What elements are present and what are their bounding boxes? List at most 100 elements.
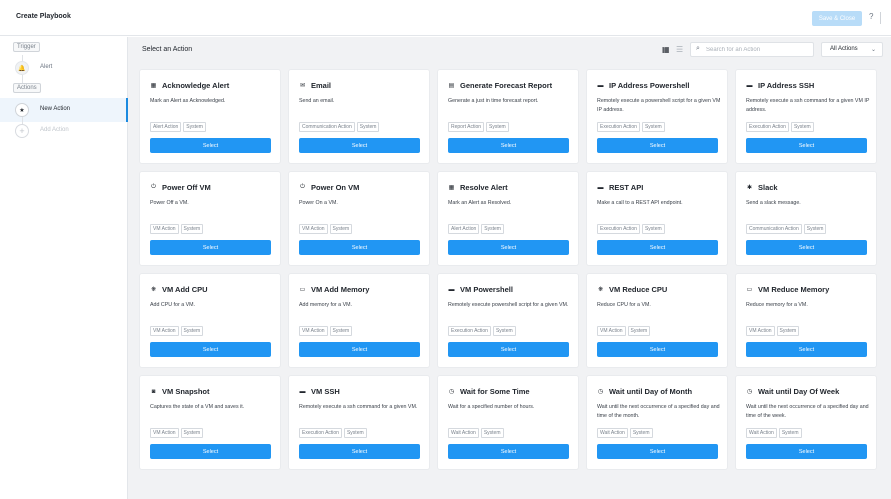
tag-badge: Wait Action (746, 428, 777, 438)
action-card[interactable]: ▬ VM Powershell Remotely execute powershel… (438, 274, 578, 367)
tag-badge: System (790, 122, 814, 132)
card-description: Generate a just in time forecast report. (448, 98, 539, 104)
trigger-section-tag: Trigger (13, 42, 40, 52)
action-card[interactable]: ❋ VM Reduce CPU Reduce CPU for a VM. VM Act… (587, 274, 727, 367)
action-card[interactable]: ▦ Acknowledge Alert Mark an Alert as Ackno… (140, 70, 280, 163)
calendar-check-icon: ▦ (448, 185, 455, 191)
action-card[interactable]: ▬ IP Address Powershell Remotely execute a… (587, 70, 727, 163)
action-filter-dropdown[interactable]: All Actions ⌄ (821, 42, 883, 57)
action-card[interactable]: ✉ Email Send an email. Communication Action… (289, 70, 429, 163)
list-view-icon[interactable]: ☰ (676, 45, 683, 54)
sidebar-item-add-action[interactable]: Add Action (40, 127, 69, 133)
action-card[interactable]: ◷ Wait for Some Time Wait for a specified … (438, 376, 578, 469)
tag-badge: Communication Action (299, 122, 355, 132)
tag-badge: System (180, 224, 204, 234)
plus-icon[interactable]: + (15, 124, 29, 138)
action-card[interactable]: ▦ Resolve Alert Mark an Alert as Resolved.… (438, 172, 578, 265)
action-card[interactable]: ◷ Wait until Day of Month Wait until the n… (587, 376, 727, 469)
card-title: Resolve Alert (460, 183, 508, 192)
action-card[interactable]: ✱ Slack Send a slack message. Communication… (736, 172, 876, 265)
card-tags: Wait Action System (597, 428, 653, 438)
tag-badge: System (778, 428, 802, 438)
select-button[interactable]: Select (150, 342, 271, 357)
tag-badge: Communication Action (746, 224, 802, 234)
select-button[interactable]: Select (597, 138, 718, 153)
sidebar-item-alert[interactable]: Alert (40, 64, 52, 70)
tag-badge: System (629, 428, 653, 438)
card-description: Send a slack message. (746, 200, 801, 206)
card-tags: Execution Action System (746, 122, 814, 132)
card-header: ▬ VM SSH (299, 387, 340, 396)
help-icon[interactable]: ? (869, 12, 873, 21)
search-input[interactable] (706, 45, 810, 55)
select-button[interactable]: Select (448, 342, 569, 357)
search-box[interactable]: ⌕ (690, 42, 814, 57)
select-button[interactable]: Select (597, 444, 718, 459)
card-description: Mark an Alert as Resolved. (448, 200, 512, 206)
select-button[interactable]: Select (746, 138, 867, 153)
select-button[interactable]: Select (746, 240, 867, 255)
card-title: Acknowledge Alert (162, 81, 230, 90)
action-card[interactable]: ▤ Generate Forecast Report Generate a just… (438, 70, 578, 163)
card-description: Add memory for a VM. (299, 302, 352, 308)
terminal-icon: ▬ (448, 286, 455, 293)
select-button[interactable]: Select (299, 342, 420, 357)
card-tags: Wait Action System (746, 428, 802, 438)
select-button[interactable]: Select (150, 444, 271, 459)
card-tags: Communication Action System (299, 122, 380, 132)
card-title: Power On VM (311, 183, 360, 192)
card-description: Add CPU for a VM. (150, 302, 196, 308)
envelope-icon: ✉ (299, 83, 306, 89)
select-button[interactable]: Select (746, 342, 867, 357)
api-icon: ▬ (597, 184, 604, 191)
select-button[interactable]: Select (299, 138, 420, 153)
action-card[interactable]: ◙ VM Snapshot Captures the state of a VM a… (140, 376, 280, 469)
action-card[interactable]: ▬ IP Address SSH Remotely execute a ssh co… (736, 70, 876, 163)
card-header: ❋ VM Reduce CPU (597, 285, 667, 294)
tag-badge: VM Action (150, 326, 179, 336)
action-card[interactable]: ▬ REST API Make a call to a REST API endpo… (587, 172, 727, 265)
card-description: Power On a VM. (299, 200, 338, 206)
action-card[interactable]: ◷ Wait until Day Of Week Wait until the ne… (736, 376, 876, 469)
select-button[interactable]: Select (299, 240, 420, 255)
select-button[interactable]: Select (597, 240, 718, 255)
card-header: ▤ Generate Forecast Report (448, 81, 552, 90)
card-tags: Execution Action System (597, 224, 665, 234)
select-button[interactable]: Select (448, 444, 569, 459)
card-title: VM Add Memory (311, 285, 370, 294)
card-description: Remotely execute a ssh command for a giv… (299, 404, 418, 410)
card-header: ◷ Wait until Day of Month (597, 387, 692, 396)
page-title: Create Playbook (16, 13, 71, 20)
action-card[interactable]: ▬ VM SSH Remotely execute a ssh command fo… (289, 376, 429, 469)
card-description: Remotely execute powershell script for a… (448, 302, 569, 308)
tag-badge: System (481, 224, 504, 234)
card-tags: Alert Action System (448, 224, 504, 234)
action-card[interactable]: ▭ VM Reduce Memory Reduce memory for a VM.… (736, 274, 876, 367)
card-header: ▬ IP Address Powershell (597, 81, 690, 90)
action-card[interactable]: ⏻ Power Off VM Power Off a VM. VM Action Sys… (140, 172, 280, 265)
select-button[interactable]: Select (746, 444, 867, 459)
sidebar-item-new-action[interactable]: New Action (40, 106, 70, 112)
grid-view-icon[interactable]: ▦ (662, 45, 670, 54)
select-button[interactable]: Select (597, 342, 718, 357)
tag-badge: VM Action (299, 224, 328, 234)
select-button[interactable]: Select (448, 138, 569, 153)
calendar-check-icon: ▦ (150, 83, 157, 89)
tag-badge: System (329, 326, 353, 336)
select-button[interactable]: Select (448, 240, 569, 255)
card-tags: VM Action System (150, 428, 204, 438)
tag-badge: Execution Action (448, 326, 491, 336)
select-button[interactable]: Select (299, 444, 420, 459)
action-card[interactable]: ▭ VM Add Memory Add memory for a VM. VM Act… (289, 274, 429, 367)
card-title: VM SSH (311, 387, 340, 396)
action-card[interactable]: ⏻ Power On VM Power On a VM. VM Action Syste… (289, 172, 429, 265)
card-header: ▭ VM Reduce Memory (746, 285, 830, 294)
select-button[interactable]: Select (150, 138, 271, 153)
save-close-button[interactable]: Save & Close (812, 11, 862, 26)
clock-icon: ◷ (597, 389, 604, 395)
select-button[interactable]: Select (150, 240, 271, 255)
card-title: Slack (758, 183, 778, 192)
action-card[interactable]: ❋ VM Add CPU Add CPU for a VM. VM Action Sys… (140, 274, 280, 367)
chevron-down-icon: ⌄ (870, 47, 876, 53)
filter-value: All Actions (830, 46, 858, 52)
